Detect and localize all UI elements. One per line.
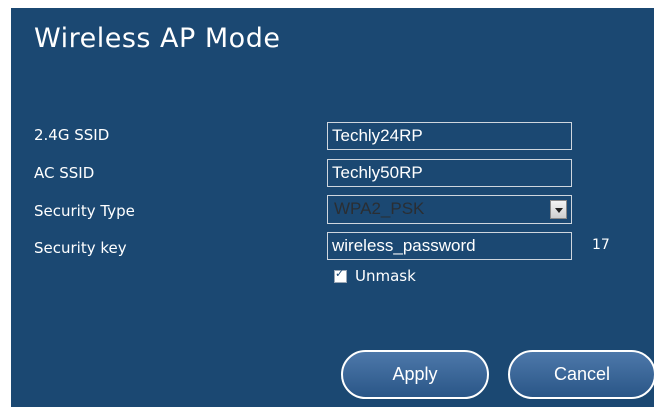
security-key-label: Security key: [34, 239, 127, 257]
apply-button[interactable]: Apply: [341, 350, 489, 399]
unmask-option[interactable]: Unmask: [334, 267, 416, 285]
chevron-down-icon[interactable]: [550, 200, 567, 219]
ssid-24g-label: 2.4G SSID: [34, 126, 110, 144]
unmask-checkbox[interactable]: [334, 267, 347, 283]
cancel-button[interactable]: Cancel: [508, 350, 656, 399]
wireless-ap-panel: Wireless AP Mode 2.4G SSID AC SSID Secur…: [11, 8, 656, 407]
security-key-input[interactable]: [327, 232, 572, 260]
unmask-label: Unmask: [355, 267, 416, 285]
ac-ssid-input[interactable]: [327, 159, 572, 187]
security-type-value: WPA2_PSK: [334, 199, 425, 218]
key-length-count: 17: [592, 237, 610, 253]
security-type-select[interactable]: WPA2_PSK: [327, 195, 572, 224]
security-type-label: Security Type: [34, 202, 135, 220]
ac-ssid-label: AC SSID: [34, 164, 95, 182]
ssid-24g-input[interactable]: [327, 122, 572, 150]
page-title: Wireless AP Mode: [34, 23, 281, 54]
